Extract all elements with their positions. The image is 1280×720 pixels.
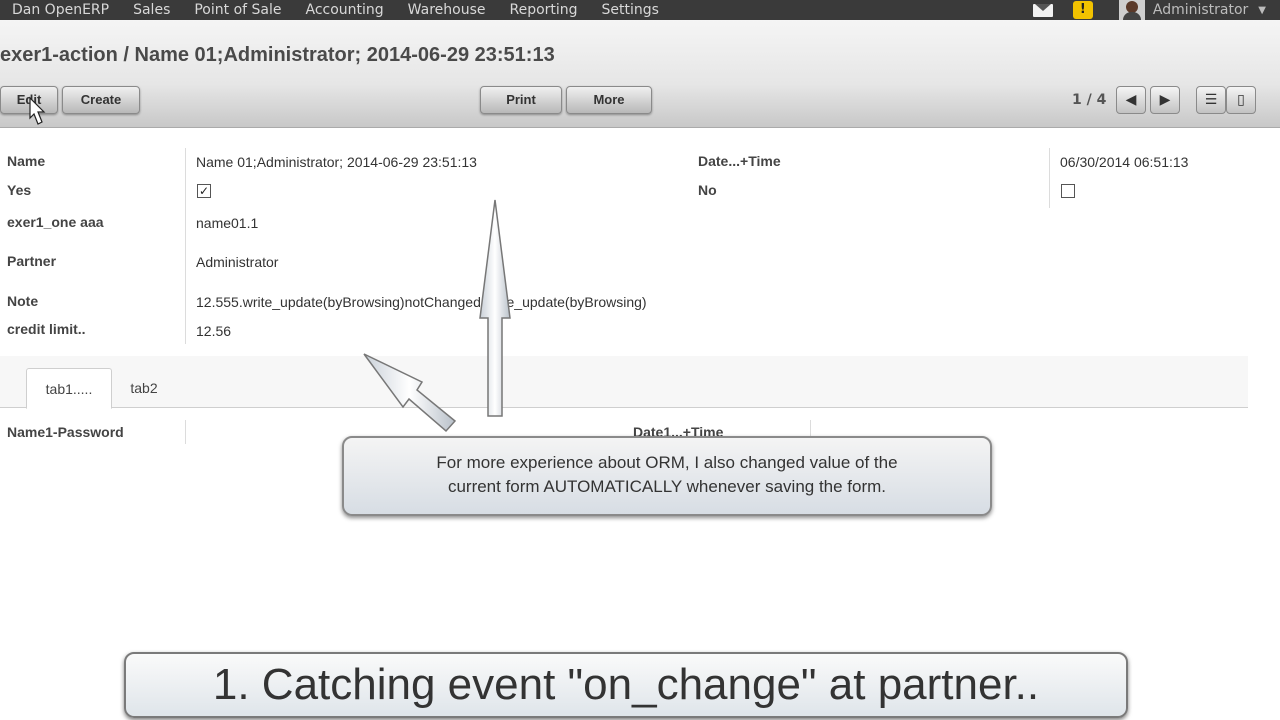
- page-title: exer1-action / Name 01;Administrator; 20…: [0, 44, 555, 66]
- password-label: Name1-Password: [7, 424, 124, 440]
- menu-item-accounting[interactable]: Accounting: [293, 0, 395, 20]
- notebook-tabs: tab1..... tab2: [0, 356, 1248, 409]
- edit-button[interactable]: Edit: [0, 86, 58, 114]
- tab-divider: [185, 420, 186, 444]
- menu-item-settings[interactable]: Settings: [590, 0, 671, 20]
- menu-item-sales[interactable]: Sales: [121, 0, 182, 20]
- tab-tab1[interactable]: tab1.....: [26, 368, 112, 409]
- name-value: Name 01;Administrator; 2014-06-29 23:51:…: [196, 154, 477, 170]
- date-value: 06/30/2014 06:51:13: [1060, 154, 1189, 170]
- user-area: ! Administrator ▼: [1032, 0, 1280, 20]
- callout-line-2: current form AUTOMATICALLY whenever savi…: [447, 477, 887, 496]
- create-button[interactable]: Create: [62, 86, 140, 114]
- name-label: Name: [7, 153, 46, 169]
- warning-icon[interactable]: !: [1072, 1, 1093, 19]
- callout-line-1: For more experience about ORM, I also ch…: [436, 453, 898, 472]
- main-menu: Dan OpenERP Sales Point of Sale Accounti…: [0, 0, 671, 20]
- chevron-down-icon[interactable]: ▼: [1258, 5, 1266, 16]
- arrow-right-icon[interactable]: ▶: [1150, 86, 1180, 114]
- yes-label: Yes: [7, 182, 32, 198]
- no-checkbox[interactable]: [1061, 184, 1075, 198]
- user-name[interactable]: Administrator: [1153, 2, 1248, 18]
- one-value: name01.1: [196, 215, 259, 231]
- video-caption: 1. Catching event "on_change" at partner…: [124, 652, 1128, 718]
- more-button[interactable]: More: [566, 86, 652, 114]
- yes-checkbox[interactable]: ✓: [197, 184, 211, 198]
- tab-tab2[interactable]: tab2: [116, 368, 172, 409]
- avatar[interactable]: [1118, 0, 1145, 20]
- info-callout: For more experience about ORM, I also ch…: [342, 436, 992, 516]
- form-view-icon[interactable]: ▯: [1226, 86, 1256, 114]
- menu-item-point-of-sale[interactable]: Point of Sale: [182, 0, 293, 20]
- menu-item-reporting[interactable]: Reporting: [497, 0, 589, 20]
- note-value: 12.555.write_update(byBrowsing)notChange…: [196, 294, 647, 310]
- view-header: exer1-action / Name 01;Administrator; 20…: [0, 20, 1280, 128]
- date-label: Date...+Time: [698, 153, 781, 169]
- menu-item-home[interactable]: Dan OpenERP: [0, 0, 121, 20]
- credit-limit-value: 12.56: [196, 323, 232, 339]
- no-label: No: [698, 182, 717, 198]
- print-button[interactable]: Print: [480, 86, 562, 114]
- credit-limit-label: credit limit..: [7, 321, 86, 337]
- one-label: exer1_one aaa: [7, 214, 104, 230]
- list-view-icon[interactable]: ☰: [1196, 86, 1226, 114]
- menu-item-warehouse[interactable]: Warehouse: [396, 0, 498, 20]
- label-divider-right: [1049, 148, 1050, 208]
- top-menu-bar: Dan OpenERP Sales Point of Sale Accounti…: [0, 0, 1280, 20]
- pager[interactable]: 1 / 4: [1072, 92, 1106, 108]
- note-label: Note: [7, 293, 39, 309]
- mail-icon[interactable]: [1032, 3, 1053, 17]
- label-divider: [185, 148, 186, 344]
- arrow-left-icon[interactable]: ◀: [1116, 86, 1146, 114]
- partner-label: Partner: [7, 253, 57, 269]
- partner-field[interactable]: Administrator: [196, 254, 278, 270]
